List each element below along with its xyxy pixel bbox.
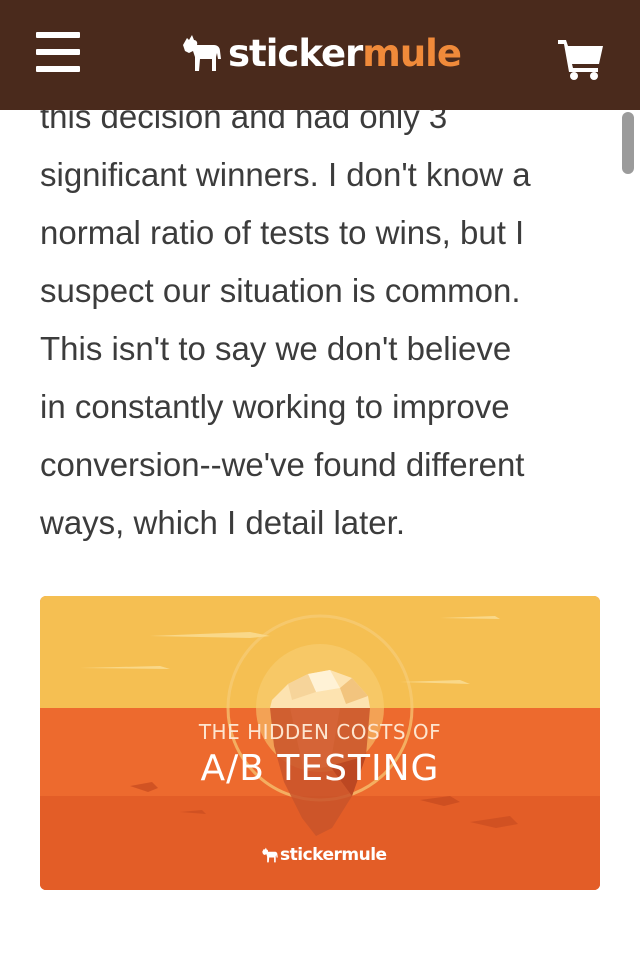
mule-logo-icon <box>183 35 221 71</box>
menu-bar <box>36 66 80 72</box>
stickermule-logo[interactable]: stickermule <box>180 28 462 78</box>
logo-wordmark: stickermule <box>228 31 462 75</box>
logo-text-mule: mule <box>362 31 462 75</box>
article-banner-image: THE HIDDEN COSTS OF A/B TESTING stickerm… <box>40 596 600 890</box>
scrollbar-thumb[interactable] <box>622 112 634 174</box>
article-line: suspect our situation is common. <box>40 272 521 309</box>
article-line: This isn't to say we don't believe <box>40 330 512 367</box>
article-paragraph: this decision and had only 3 significant… <box>40 88 610 552</box>
logo-text-sticker: sticker <box>228 31 363 75</box>
article-line: normal ratio of tests to wins, but I <box>40 214 525 251</box>
site-header: stickermule <box>0 0 640 110</box>
banner-subtitle: THE HIDDEN COSTS OF <box>198 720 442 744</box>
menu-bar <box>36 49 80 55</box>
banner-brand-logo: stickermule <box>260 844 387 866</box>
hamburger-menu-icon[interactable] <box>36 32 82 72</box>
menu-bar <box>36 32 80 38</box>
article-line: conversion--we've found different <box>40 446 525 483</box>
banner-brand-text: stickermule <box>280 845 387 865</box>
banner-title: A/B TESTING <box>200 748 440 789</box>
article-body: this decision and had only 3 significant… <box>40 88 610 552</box>
shopping-cart-icon[interactable] <box>556 36 606 80</box>
article-line: ways, which I detail later. <box>40 504 405 541</box>
page: this decision and had only 3 significant… <box>0 0 640 959</box>
article-line: significant winners. I don't know a <box>40 156 531 193</box>
mule-logo-icon <box>262 847 278 863</box>
article-line: in constantly working to improve <box>40 388 510 425</box>
